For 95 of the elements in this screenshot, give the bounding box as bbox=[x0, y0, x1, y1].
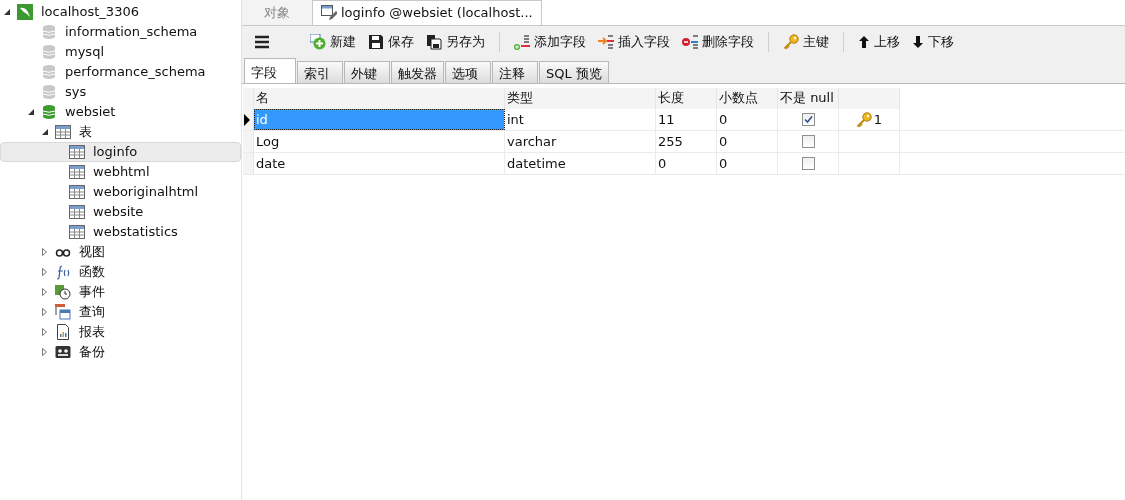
toolbar-button[interactable]: 保存 bbox=[364, 32, 418, 52]
key-icon bbox=[783, 34, 799, 50]
query-icon bbox=[55, 304, 71, 320]
table-cell[interactable]: 255 bbox=[656, 131, 717, 152]
save-icon bbox=[368, 34, 384, 50]
tab[interactable]: 索引 bbox=[297, 61, 343, 83]
collapsed-arrow-icon[interactable] bbox=[41, 248, 49, 256]
tree-item[interactable]: 查询 bbox=[0, 302, 241, 322]
tab[interactable]: 触发器 bbox=[391, 61, 444, 83]
table-cell[interactable]: datetime bbox=[505, 153, 656, 174]
insert-field-icon bbox=[598, 34, 614, 50]
current-row-icon bbox=[243, 113, 251, 126]
tab[interactable]: 注释 bbox=[492, 61, 538, 83]
database-icon bbox=[41, 84, 57, 100]
table-icon bbox=[69, 184, 85, 200]
tree-item[interactable]: sys bbox=[0, 82, 241, 102]
column-header: 类型 bbox=[505, 88, 656, 109]
row-header[interactable] bbox=[243, 109, 254, 130]
function-icon bbox=[55, 264, 71, 280]
dolphin-icon bbox=[17, 4, 33, 20]
save-copy-icon bbox=[426, 34, 442, 50]
clock-icon bbox=[55, 284, 71, 300]
column-header: 名 bbox=[254, 88, 505, 109]
report-icon bbox=[55, 324, 71, 340]
table-cell[interactable]: 11 bbox=[656, 109, 717, 130]
database-icon bbox=[41, 24, 57, 40]
table-icon bbox=[69, 144, 85, 160]
collapsed-arrow-icon[interactable] bbox=[41, 328, 49, 336]
collapsed-arrow-icon[interactable] bbox=[41, 268, 49, 276]
not-null-checkbox[interactable] bbox=[801, 157, 815, 170]
database-icon bbox=[41, 44, 57, 60]
table-cell[interactable]: 0 bbox=[656, 153, 717, 174]
toolbar-button[interactable]: 新建 bbox=[306, 32, 360, 52]
table-cell[interactable]: Log bbox=[254, 131, 505, 152]
cassette-icon bbox=[55, 344, 71, 360]
expanded-arrow-icon[interactable] bbox=[41, 128, 49, 136]
add-icon bbox=[310, 34, 326, 50]
tree-item[interactable]: performance_schema bbox=[0, 62, 241, 82]
check-icon bbox=[803, 115, 813, 124]
toolbar-button[interactable]: 插入字段 bbox=[594, 32, 674, 52]
up-arrow-icon bbox=[858, 36, 870, 48]
tree-item[interactable]: 函数 bbox=[0, 262, 241, 282]
table-icon bbox=[55, 124, 71, 140]
tree-item[interactable]: weboriginalhtml bbox=[0, 182, 241, 202]
tree-item[interactable]: webhtml bbox=[0, 162, 241, 182]
toolbar-button[interactable]: 添加字段 bbox=[510, 32, 590, 52]
toolbar-button[interactable]: 主键 bbox=[779, 32, 833, 52]
database-icon bbox=[41, 104, 57, 120]
collapsed-arrow-icon[interactable] bbox=[41, 308, 49, 316]
column-header: 小数点 bbox=[717, 88, 778, 109]
expanded-arrow-icon[interactable] bbox=[27, 108, 35, 116]
tree-item[interactable]: 备份 bbox=[0, 342, 241, 362]
not-null-checkbox[interactable] bbox=[801, 135, 815, 148]
tree-item[interactable]: 报表 bbox=[0, 322, 241, 342]
database-icon bbox=[41, 64, 57, 80]
table-icon bbox=[69, 164, 85, 180]
tree-item[interactable]: 视图 bbox=[0, 242, 241, 262]
toolbar-button[interactable]: 删除字段 bbox=[678, 32, 758, 52]
tab[interactable]: SQL 预览 bbox=[539, 61, 609, 83]
tree-item[interactable]: 表 bbox=[0, 122, 241, 142]
toolbar-button[interactable]: 上移 bbox=[854, 32, 904, 52]
add-field-icon bbox=[514, 34, 530, 50]
toolbar-button[interactable]: 下移 bbox=[908, 32, 958, 52]
not-null-checkbox[interactable] bbox=[801, 113, 815, 126]
table-cell[interactable]: 0 bbox=[717, 109, 778, 130]
tree-item[interactable]: information_schema bbox=[0, 22, 241, 42]
table-cell[interactable]: int bbox=[505, 109, 656, 130]
column-header: 不是 null bbox=[778, 88, 839, 109]
tree-item[interactable]: website bbox=[0, 202, 241, 222]
tab[interactable]: 字段 bbox=[244, 58, 296, 83]
down-arrow-icon bbox=[912, 36, 924, 48]
tree-item[interactable]: mysql bbox=[0, 42, 241, 62]
key-order: 1 bbox=[873, 110, 883, 129]
toolbar-button[interactable]: 另存为 bbox=[422, 32, 489, 52]
table-cell[interactable]: varchar bbox=[505, 131, 656, 152]
menu-icon[interactable] bbox=[254, 34, 270, 50]
tree-item[interactable]: loginfo bbox=[0, 142, 241, 162]
collapsed-arrow-icon[interactable] bbox=[41, 348, 49, 356]
table-cell[interactable]: 0 bbox=[717, 153, 778, 174]
tree-item[interactable]: localhost_3306 bbox=[0, 2, 241, 22]
column-header: 长度 bbox=[656, 88, 717, 109]
tree-item[interactable]: 事件 bbox=[0, 282, 241, 302]
table-icon bbox=[69, 224, 85, 240]
tree-item[interactable]: websiet bbox=[0, 102, 241, 122]
tab[interactable]: 外键 bbox=[344, 61, 390, 83]
table-cell[interactable]: date bbox=[254, 153, 505, 174]
collapsed-arrow-icon[interactable] bbox=[41, 288, 49, 296]
delete-field-icon bbox=[682, 34, 698, 50]
expanded-arrow-icon[interactable] bbox=[3, 8, 11, 16]
tree-item[interactable]: webstatistics bbox=[0, 222, 241, 242]
table-icon bbox=[69, 204, 85, 220]
key-icon bbox=[855, 111, 872, 128]
tab[interactable]: loginfo @websiet (localhost... bbox=[312, 0, 542, 25]
tab[interactable]: 选项 bbox=[445, 61, 491, 83]
table-cell[interactable]: 0 bbox=[717, 131, 778, 152]
